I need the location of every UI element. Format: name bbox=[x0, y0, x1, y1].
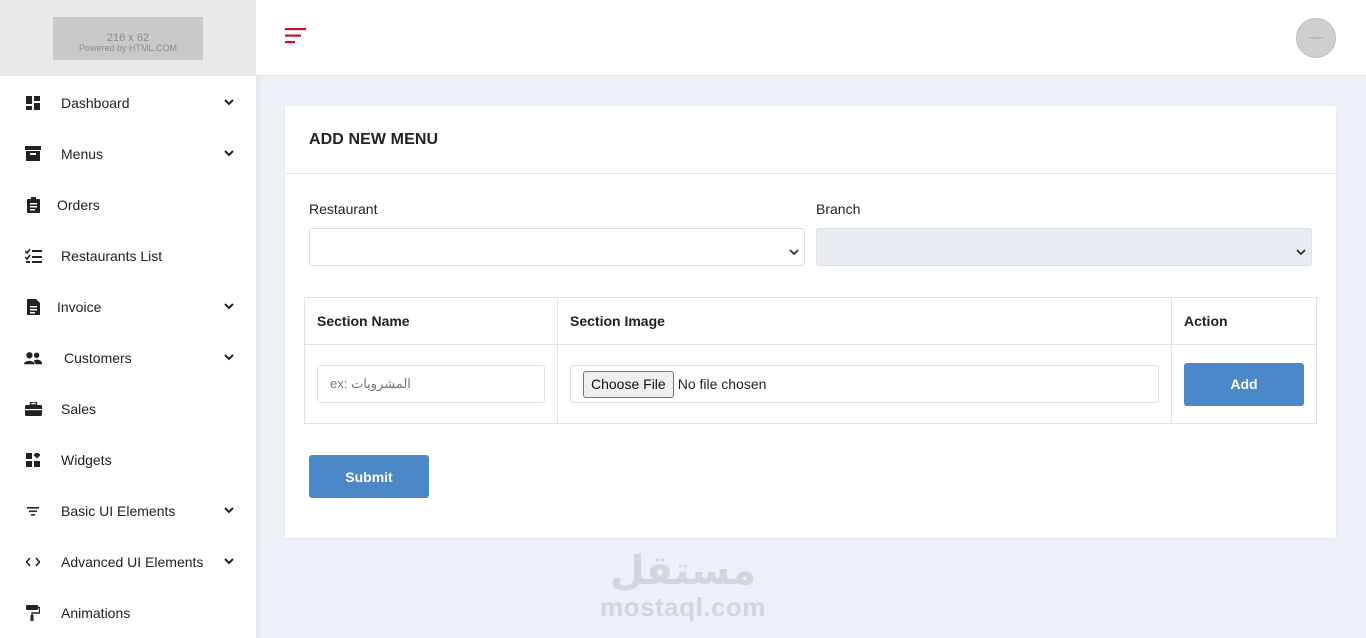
sidebar-item-label: Advanced UI Elements bbox=[61, 553, 204, 570]
table-header-row: Section Name Section Image Action bbox=[304, 297, 1317, 345]
hamburger-icon[interactable] bbox=[285, 28, 307, 44]
widgets-icon bbox=[24, 451, 42, 469]
avatar[interactable] bbox=[1296, 18, 1336, 58]
sidebar-item-label: Animations bbox=[61, 604, 131, 621]
sidebar-item-basic-ui-elements[interactable]: Basic UI Elements bbox=[0, 485, 256, 536]
submit-button[interactable]: Submit bbox=[309, 455, 429, 498]
sidebar-item-dashboard[interactable]: Dashboard bbox=[0, 77, 256, 128]
restaurant-group: Restaurant bbox=[309, 201, 805, 266]
choose-file-button[interactable]: Choose File bbox=[583, 370, 674, 398]
sidebar-item-label: Customers bbox=[64, 349, 132, 366]
action-cell: Add bbox=[1171, 344, 1317, 424]
card-title: ADD NEW MENU bbox=[309, 130, 439, 148]
column-header-action: Action bbox=[1171, 297, 1317, 345]
filter-icon bbox=[24, 502, 42, 520]
chevron-down-icon bbox=[224, 353, 234, 363]
add-menu-card: ADD NEW MENU Restaurant Branch Section N… bbox=[285, 106, 1336, 538]
sections-table: Section Name Section Image Action ex: ال… bbox=[304, 297, 1317, 424]
column-header-section-image: Section Image bbox=[557, 297, 1172, 345]
chevron-down-icon bbox=[224, 506, 234, 516]
chevron-down-icon bbox=[224, 557, 234, 567]
logo-powered-text: Powered by HTML.COM bbox=[78, 42, 178, 53]
sidebar-item-label: Basic UI Elements bbox=[61, 502, 176, 519]
column-header-section-name: Section Name bbox=[304, 297, 558, 345]
logo-area: 216 x 62 Powered by HTML.COM bbox=[0, 0, 256, 76]
sidebar-item-orders[interactable]: Orders bbox=[0, 179, 256, 230]
checklist-icon bbox=[24, 247, 42, 265]
clipboard-icon bbox=[24, 196, 42, 214]
watermark-arabic: مستقل bbox=[609, 548, 757, 594]
sidebar-item-animations[interactable]: Animations bbox=[0, 587, 256, 638]
sidebar-item-restaurants-list[interactable]: Restaurants List bbox=[0, 230, 256, 281]
sidebar-item-label: Sales bbox=[61, 400, 97, 417]
chevron-down-icon bbox=[224, 98, 234, 108]
restaurant-branch-row: Restaurant Branch bbox=[309, 201, 1312, 266]
file-status-text: No file chosen bbox=[677, 376, 767, 392]
sidebar-item-invoice[interactable]: Invoice bbox=[0, 281, 256, 332]
logo-placeholder[interactable]: 216 x 62 Powered by HTML.COM bbox=[53, 16, 203, 60]
chevron-down-icon bbox=[224, 302, 234, 312]
document-icon bbox=[24, 298, 42, 316]
logo-size-text: 216 x 62 bbox=[106, 31, 150, 44]
section-image-file-input[interactable]: Choose File No file chosen bbox=[570, 365, 1159, 403]
watermark-latin: mostaql.com bbox=[600, 592, 766, 622]
dashboard-icon bbox=[24, 94, 42, 112]
branch-label: Branch bbox=[816, 201, 861, 217]
section-image-cell: Choose File No file chosen bbox=[557, 344, 1172, 424]
watermark: مستقل mostaql.com bbox=[598, 548, 768, 624]
sidebar-item-label: Widgets bbox=[61, 451, 112, 468]
paint-roller-icon bbox=[24, 604, 42, 622]
branch-select[interactable] bbox=[816, 228, 1312, 266]
restaurant-label: Restaurant bbox=[309, 201, 378, 217]
card-header: ADD NEW MENU bbox=[285, 106, 1336, 174]
users-icon bbox=[24, 349, 42, 367]
sidebar-item-customers[interactable]: Customers bbox=[0, 332, 256, 383]
sidebar-item-label: Orders bbox=[57, 196, 100, 213]
chevron-down-icon bbox=[1296, 243, 1306, 256]
section-name-placeholder: ex: المشروبات bbox=[330, 376, 411, 391]
add-section-button[interactable]: Add bbox=[1184, 362, 1304, 406]
restaurant-select[interactable] bbox=[309, 228, 805, 266]
sidebar: 216 x 62 Powered by HTML.COM Dashboard M… bbox=[0, 0, 256, 638]
briefcase-icon bbox=[24, 400, 42, 418]
chevron-down-icon bbox=[224, 149, 234, 159]
avatar-placeholder-mark bbox=[1309, 37, 1323, 39]
sidebar-nav: Dashboard Menus Orders Restaurants List bbox=[0, 77, 256, 638]
sidebar-item-widgets[interactable]: Widgets bbox=[0, 434, 256, 485]
section-name-cell: ex: المشروبات bbox=[304, 344, 558, 424]
sidebar-item-label: Menus bbox=[61, 145, 104, 162]
sidebar-item-sales[interactable]: Sales bbox=[0, 383, 256, 434]
sidebar-item-menus[interactable]: Menus bbox=[0, 128, 256, 179]
top-bar bbox=[256, 0, 1366, 76]
section-name-input[interactable]: ex: المشروبات bbox=[317, 365, 545, 403]
sidebar-item-label: Invoice bbox=[57, 298, 102, 315]
archive-icon bbox=[24, 145, 42, 163]
code-icon bbox=[24, 553, 42, 571]
table-row: ex: المشروبات Choose File No file chosen… bbox=[304, 344, 1317, 424]
sidebar-item-advanced-ui-elements[interactable]: Advanced UI Elements bbox=[0, 536, 256, 587]
branch-group: Branch bbox=[816, 201, 1312, 266]
sidebar-item-label: Dashboard bbox=[61, 94, 130, 111]
chevron-down-icon bbox=[789, 243, 799, 256]
sidebar-item-label: Restaurants List bbox=[61, 247, 163, 264]
